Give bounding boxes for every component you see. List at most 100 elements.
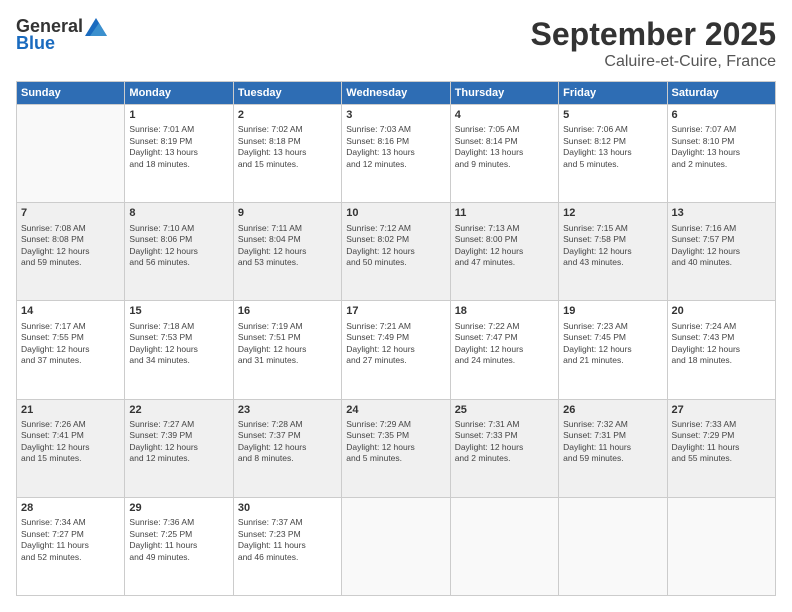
day-info: Sunrise: 7:37 AM Sunset: 7:23 PM Dayligh… bbox=[238, 517, 337, 563]
day-number: 14 bbox=[21, 304, 120, 319]
calendar-cell: 14 Sunrise: 7:17 AM Sunset: 7:55 PM Dayli… bbox=[17, 301, 125, 399]
day-info: Sunrise: 7:34 AM Sunset: 7:27 PM Dayligh… bbox=[21, 517, 120, 563]
calendar-cell: 26Sunrise: 7:32 AM Sunset: 7:31 PM Dayli… bbox=[559, 399, 667, 497]
header: General Blue September 2025 Caluire-et-C… bbox=[16, 16, 776, 71]
day-info: Sunrise: 7:08 AM Sunset: 8:08 PM Dayligh… bbox=[21, 223, 120, 269]
day-info: Sunrise: 7:19 AM Sunset: 7:51 PM Dayligh… bbox=[238, 321, 337, 367]
day-info: Sunrise: 7:36 AM Sunset: 7:25 PM Dayligh… bbox=[129, 517, 228, 563]
calendar-cell: 30Sunrise: 7:37 AM Sunset: 7:23 PM Dayli… bbox=[233, 497, 341, 595]
calendar-cell: 10Sunrise: 7:12 AM Sunset: 8:02 PM Dayli… bbox=[342, 203, 450, 301]
day-number: 18 bbox=[455, 304, 554, 319]
calendar-cell: 13 Sunrise: 7:16 AM Sunset: 7:57 PM Dayli… bbox=[667, 203, 775, 301]
day-info: Sunrise: 7:27 AM Sunset: 7:39 PM Dayligh… bbox=[129, 419, 228, 465]
calendar-week-row: 14 Sunrise: 7:17 AM Sunset: 7:55 PM Dayli… bbox=[17, 301, 776, 399]
calendar-cell bbox=[342, 497, 450, 595]
day-number: 21 bbox=[21, 403, 120, 418]
day-info: Sunrise: 7:16 AM Sunset: 7:57 PM Dayligh… bbox=[672, 223, 771, 269]
day-number: 13 bbox=[672, 206, 771, 221]
day-info: Sunrise: 7:06 AM Sunset: 8:12 PM Dayligh… bbox=[563, 124, 662, 170]
calendar-cell: 16 Sunrise: 7:19 AM Sunset: 7:51 PM Dayli… bbox=[233, 301, 341, 399]
day-number: 29 bbox=[129, 501, 228, 516]
calendar-cell: 20 Sunrise: 7:24 AM Sunset: 7:43 PM Dayli… bbox=[667, 301, 775, 399]
day-info: Sunrise: 7:01 AM Sunset: 8:19 PM Dayligh… bbox=[129, 124, 228, 170]
day-number: 4 bbox=[455, 108, 554, 123]
day-number: 25 bbox=[455, 403, 554, 418]
calendar-cell: 17 Sunrise: 7:21 AM Sunset: 7:49 PM Dayli… bbox=[342, 301, 450, 399]
day-number: 3 bbox=[346, 108, 445, 123]
day-info: Sunrise: 7:12 AM Sunset: 8:02 PM Dayligh… bbox=[346, 223, 445, 269]
calendar-header-row: SundayMondayTuesdayWednesdayThursdayFrid… bbox=[17, 82, 776, 105]
day-number: 23 bbox=[238, 403, 337, 418]
calendar-cell: 8 Sunrise: 7:10 AM Sunset: 8:06 PM Daylig… bbox=[125, 203, 233, 301]
calendar-cell bbox=[667, 497, 775, 595]
calendar-cell bbox=[450, 497, 558, 595]
calendar-cell: 6Sunrise: 7:07 AM Sunset: 8:10 PM Daylig… bbox=[667, 105, 775, 203]
calendar-week-row: 1Sunrise: 7:01 AM Sunset: 8:19 PM Daylig… bbox=[17, 105, 776, 203]
logo: General Blue bbox=[16, 16, 107, 54]
day-info: Sunrise: 7:26 AM Sunset: 7:41 PM Dayligh… bbox=[21, 419, 120, 465]
day-info: Sunrise: 7:07 AM Sunset: 8:10 PM Dayligh… bbox=[672, 124, 771, 170]
calendar-cell: 1Sunrise: 7:01 AM Sunset: 8:19 PM Daylig… bbox=[125, 105, 233, 203]
day-number: 5 bbox=[563, 108, 662, 123]
logo-blue: Blue bbox=[16, 33, 55, 54]
day-info: Sunrise: 7:10 AM Sunset: 8:06 PM Dayligh… bbox=[129, 223, 228, 269]
day-number: 2 bbox=[238, 108, 337, 123]
day-info: Sunrise: 7:23 AM Sunset: 7:45 PM Dayligh… bbox=[563, 321, 662, 367]
calendar-day-header: Friday bbox=[559, 82, 667, 105]
calendar-cell: 11Sunrise: 7:13 AM Sunset: 8:00 PM Dayli… bbox=[450, 203, 558, 301]
calendar-cell: 3Sunrise: 7:03 AM Sunset: 8:16 PM Daylig… bbox=[342, 105, 450, 203]
day-info: Sunrise: 7:24 AM Sunset: 7:43 PM Dayligh… bbox=[672, 321, 771, 367]
logo-icon bbox=[85, 18, 107, 36]
calendar-cell: 24Sunrise: 7:29 AM Sunset: 7:35 PM Dayli… bbox=[342, 399, 450, 497]
calendar-cell bbox=[17, 105, 125, 203]
calendar-day-header: Wednesday bbox=[342, 82, 450, 105]
calendar-cell: 15Sunrise: 7:18 AM Sunset: 7:53 PM Dayli… bbox=[125, 301, 233, 399]
day-number: 30 bbox=[238, 501, 337, 516]
calendar-cell: 2Sunrise: 7:02 AM Sunset: 8:18 PM Daylig… bbox=[233, 105, 341, 203]
day-number: 17 bbox=[346, 304, 445, 319]
calendar-cell: 23Sunrise: 7:28 AM Sunset: 7:37 PM Dayli… bbox=[233, 399, 341, 497]
calendar-week-row: 21Sunrise: 7:26 AM Sunset: 7:41 PM Dayli… bbox=[17, 399, 776, 497]
day-number: 20 bbox=[672, 304, 771, 319]
calendar-cell: 4Sunrise: 7:05 AM Sunset: 8:14 PM Daylig… bbox=[450, 105, 558, 203]
calendar-cell: 28Sunrise: 7:34 AM Sunset: 7:27 PM Dayli… bbox=[17, 497, 125, 595]
day-number: 9 bbox=[238, 206, 337, 221]
page: General Blue September 2025 Caluire-et-C… bbox=[0, 0, 792, 612]
calendar-cell: 12 Sunrise: 7:15 AM Sunset: 7:58 PM Dayli… bbox=[559, 203, 667, 301]
day-info: Sunrise: 7:03 AM Sunset: 8:16 PM Dayligh… bbox=[346, 124, 445, 170]
day-info: Sunrise: 7:33 AM Sunset: 7:29 PM Dayligh… bbox=[672, 419, 771, 465]
day-number: 8 bbox=[129, 206, 228, 221]
day-number: 16 bbox=[238, 304, 337, 319]
day-info: Sunrise: 7:15 AM Sunset: 7:58 PM Dayligh… bbox=[563, 223, 662, 269]
calendar-day-header: Monday bbox=[125, 82, 233, 105]
calendar-table: SundayMondayTuesdayWednesdayThursdayFrid… bbox=[16, 81, 776, 596]
location-title: Caluire-et-Cuire, France bbox=[531, 53, 776, 71]
day-number: 28 bbox=[21, 501, 120, 516]
day-number: 27 bbox=[672, 403, 771, 418]
day-info: Sunrise: 7:17 AM Sunset: 7:55 PM Dayligh… bbox=[21, 321, 120, 367]
day-number: 19 bbox=[563, 304, 662, 319]
calendar-day-header: Saturday bbox=[667, 82, 775, 105]
day-info: Sunrise: 7:21 AM Sunset: 7:49 PM Dayligh… bbox=[346, 321, 445, 367]
day-number: 22 bbox=[129, 403, 228, 418]
day-number: 24 bbox=[346, 403, 445, 418]
day-number: 12 bbox=[563, 206, 662, 221]
calendar-cell: 25Sunrise: 7:31 AM Sunset: 7:33 PM Dayli… bbox=[450, 399, 558, 497]
day-number: 7 bbox=[21, 206, 120, 221]
calendar-cell bbox=[559, 497, 667, 595]
title-area: September 2025 Caluire-et-Cuire, France bbox=[531, 16, 776, 71]
calendar-day-header: Thursday bbox=[450, 82, 558, 105]
calendar-cell: 19 Sunrise: 7:23 AM Sunset: 7:45 PM Dayli… bbox=[559, 301, 667, 399]
day-info: Sunrise: 7:02 AM Sunset: 8:18 PM Dayligh… bbox=[238, 124, 337, 170]
day-info: Sunrise: 7:22 AM Sunset: 7:47 PM Dayligh… bbox=[455, 321, 554, 367]
calendar-day-header: Tuesday bbox=[233, 82, 341, 105]
day-info: Sunrise: 7:32 AM Sunset: 7:31 PM Dayligh… bbox=[563, 419, 662, 465]
calendar-cell: 22Sunrise: 7:27 AM Sunset: 7:39 PM Dayli… bbox=[125, 399, 233, 497]
day-number: 11 bbox=[455, 206, 554, 221]
day-info: Sunrise: 7:18 AM Sunset: 7:53 PM Dayligh… bbox=[129, 321, 228, 367]
calendar-cell: 27Sunrise: 7:33 AM Sunset: 7:29 PM Dayli… bbox=[667, 399, 775, 497]
day-info: Sunrise: 7:28 AM Sunset: 7:37 PM Dayligh… bbox=[238, 419, 337, 465]
calendar-day-header: Sunday bbox=[17, 82, 125, 105]
day-number: 26 bbox=[563, 403, 662, 418]
calendar-cell: 7 Sunrise: 7:08 AM Sunset: 8:08 PM Daylig… bbox=[17, 203, 125, 301]
